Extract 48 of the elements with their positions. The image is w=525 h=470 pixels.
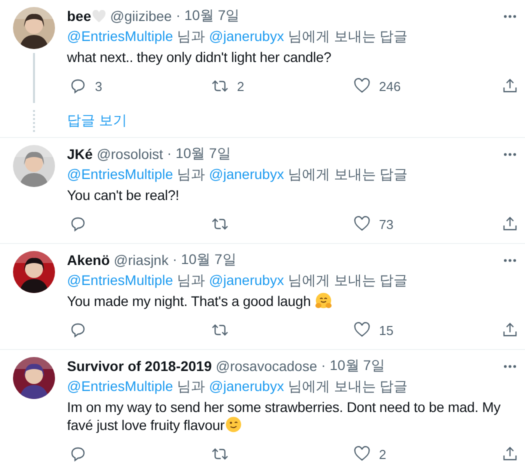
reply-label: 님에게 보내는 답글	[288, 166, 408, 184]
reply-icon[interactable]	[69, 445, 87, 463]
hugging-face-icon	[314, 292, 332, 309]
tweet-text: You made my night. That's a good laugh	[67, 293, 332, 309]
reply-label: 님과	[177, 272, 206, 290]
like-icon[interactable]	[353, 77, 371, 95]
more-icon[interactable]	[503, 364, 517, 368]
user-name[interactable]: Akenö	[67, 252, 110, 268]
like-icon[interactable]	[353, 321, 371, 339]
user-handle[interactable]: @rosoloist	[96, 146, 164, 162]
reply-label: 님과	[177, 166, 206, 184]
winking-face-icon	[224, 416, 242, 433]
retweet-count: 2	[237, 78, 244, 94]
more-icon[interactable]	[503, 258, 517, 262]
user-handle[interactable]: @rosavocadose	[216, 358, 318, 374]
user-name[interactable]: Survivor of 2018-2019	[67, 358, 212, 374]
reply-label: 님과	[177, 378, 206, 396]
tweet-text: Im on my way to send her some strawberries. Dont need to be mad. My favé just love fruity flavour	[67, 399, 500, 433]
tweet-date[interactable]: · 10월 7일	[321, 357, 385, 375]
tweet-date[interactable]: · 10월 7일	[176, 7, 240, 25]
like-count: 15	[379, 322, 394, 338]
like-count: 73	[379, 216, 394, 232]
reply-label: 님에게 보내는 답글	[288, 272, 408, 290]
user-handle[interactable]: @riasjnk	[114, 252, 168, 268]
more-icon[interactable]	[503, 14, 517, 18]
reply-label: 님에게 보내는 답글	[288, 378, 408, 396]
like-count: 2	[379, 446, 386, 462]
share-icon[interactable]	[501, 445, 519, 463]
user-name[interactable]: JKé	[67, 146, 93, 162]
user-handle[interactable]: @giizibee	[110, 8, 172, 24]
reply-label: 님에게 보내는 답글	[288, 28, 408, 46]
reply-label: 님과	[177, 28, 206, 46]
user-name[interactable]: bee	[67, 8, 92, 24]
reply-icon[interactable]	[69, 77, 87, 95]
reply-icon[interactable]	[69, 215, 87, 233]
reply-icon[interactable]	[69, 321, 87, 339]
tweet-date[interactable]: · 10월 7일	[167, 145, 231, 163]
more-icon[interactable]	[503, 152, 517, 156]
tweet-text: You can't be real?!	[67, 187, 180, 203]
share-icon[interactable]	[501, 77, 519, 95]
tweet-text: what next.. they only didn't light her candle?	[67, 49, 332, 65]
like-count: 246	[379, 78, 401, 94]
reply-count: 3	[95, 78, 102, 94]
share-icon[interactable]	[501, 321, 519, 339]
share-icon[interactable]	[501, 215, 519, 233]
like-icon[interactable]	[353, 215, 371, 233]
tweet-date[interactable]: · 10월 7일	[172, 251, 236, 269]
like-icon[interactable]	[353, 445, 371, 463]
